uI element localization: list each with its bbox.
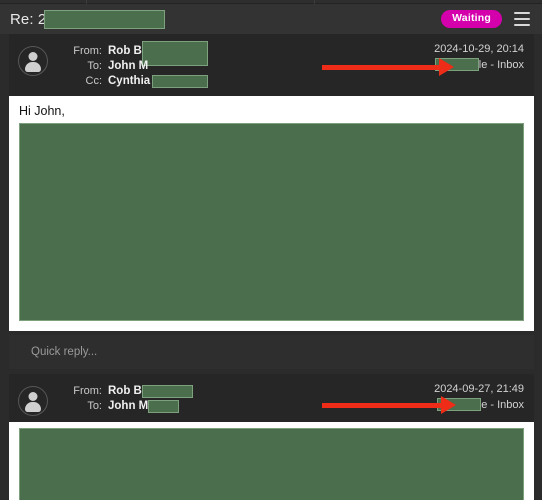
redaction-block-to-2 [148, 399, 180, 413]
cc-value: Cynthia [108, 75, 151, 87]
email-fields-1: From: Rob Bl To: John M Cc: Cynthia [54, 40, 209, 88]
from-row: From: Rob Bl [54, 40, 209, 66]
email-meta-1: 2024-10-29, 20:14 le - Inbox [434, 43, 524, 71]
hamburger-menu-icon[interactable] [514, 12, 530, 26]
email-body-1: Hi John, [9, 96, 534, 331]
email-folder-label-1: le - Inbox [478, 58, 524, 71]
email-header-2: From: Rob B To: John M 2024-09-27, 21:49 [9, 374, 534, 422]
email-message-2[interactable]: From: Rob B To: John M 2024-09-27, 21:49 [9, 374, 534, 500]
thread-title: Re: 2 [10, 9, 441, 29]
person-avatar-icon [18, 386, 48, 416]
email-message-1[interactable]: From: Rob Bl To: John M Cc: Cynthia 2024… [9, 34, 534, 331]
status-badge[interactable]: Waiting [441, 10, 502, 28]
email-header-1: From: Rob Bl To: John M Cc: Cynthia 2024… [9, 34, 534, 96]
redaction-block-folder-1 [434, 58, 479, 71]
email-folder-label-2: e - Inbox [481, 398, 524, 411]
to-value: John M [108, 60, 149, 72]
cc-row: Cc: Cynthia [54, 74, 209, 88]
email-date-2: 2024-09-27, 21:49 [434, 383, 524, 395]
redaction-block-body-1 [19, 123, 524, 321]
from-value: Rob B [108, 385, 142, 397]
thread-title-text: Re: 2 [10, 10, 47, 28]
email-meta-2: 2024-09-27, 21:49 e - Inbox [434, 383, 524, 411]
from-value: Rob Bl [108, 45, 146, 57]
email-date-1: 2024-10-29, 20:14 [434, 43, 524, 55]
email-body-2 [9, 422, 534, 500]
thread-message-list[interactable]: From: Rob Bl To: John M Cc: Cynthia 2024… [0, 34, 542, 500]
to-value: John M [108, 400, 149, 412]
quick-reply-input[interactable]: Quick reply... [9, 335, 534, 369]
redaction-block-body-2 [19, 428, 524, 500]
to-label: To: [87, 400, 102, 412]
email-fields-2: From: Rob B To: John M [54, 383, 193, 416]
from-row: From: Rob B [54, 384, 193, 398]
to-row: To: John M [54, 59, 208, 73]
email-folder-2: e - Inbox [434, 398, 524, 411]
person-avatar-icon [18, 46, 48, 76]
from-label: From: [73, 385, 102, 397]
redaction-block-folder-2 [437, 398, 482, 411]
redaction-block-subject [44, 9, 166, 29]
from-label: From: [73, 45, 102, 57]
to-row: To: John M [54, 399, 193, 413]
email-folder-1: le - Inbox [434, 58, 524, 71]
thread-header-bar: Re: 2 Waiting [0, 4, 542, 34]
email-thread-viewer: Re: 2 Waiting From: Rob Bl To: John M Cc… [0, 0, 542, 500]
to-label: To: [87, 60, 102, 72]
redaction-block-from-2 [141, 384, 193, 398]
email-greeting-1: Hi John, [19, 104, 65, 118]
redaction-block-cc-1 [152, 74, 209, 88]
cc-label: Cc: [85, 75, 103, 87]
